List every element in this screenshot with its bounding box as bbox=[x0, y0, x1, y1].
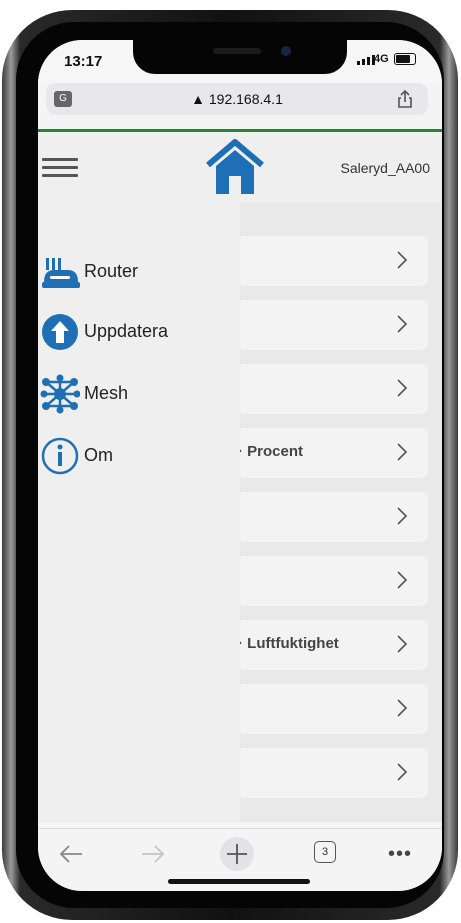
network-type: 4G bbox=[374, 53, 389, 65]
home-icon[interactable] bbox=[204, 138, 266, 196]
back-arrow-icon[interactable] bbox=[58, 841, 84, 867]
list-item[interactable] bbox=[238, 684, 428, 734]
info-icon bbox=[41, 437, 79, 475]
new-tab-icon[interactable] bbox=[218, 835, 256, 873]
notch bbox=[133, 40, 347, 74]
share-icon[interactable] bbox=[396, 89, 414, 109]
drawer-item-mesh[interactable]: Mesh bbox=[38, 372, 238, 416]
drawer-item-label: Mesh bbox=[84, 383, 129, 403]
url-text[interactable]: ▲ 192.168.4.1 bbox=[46, 91, 428, 107]
chevron-right-icon bbox=[397, 507, 408, 525]
address-bar[interactable]: G ▲ 192.168.4.1 bbox=[46, 83, 428, 115]
chevron-right-icon bbox=[397, 379, 408, 397]
list-item[interactable] bbox=[238, 556, 428, 606]
mesh-network-icon bbox=[40, 374, 80, 414]
status-time: 13:17 bbox=[64, 53, 103, 70]
router-icon bbox=[42, 258, 80, 288]
chevron-right-icon bbox=[397, 763, 408, 781]
chevron-right-icon bbox=[397, 635, 408, 653]
signal-icon bbox=[357, 55, 375, 65]
list-item[interactable] bbox=[238, 300, 428, 350]
url-value: 192.168.4.1 bbox=[208, 91, 283, 107]
list-item[interactable] bbox=[238, 236, 428, 286]
chevron-right-icon bbox=[397, 251, 408, 269]
menu-icon[interactable] bbox=[42, 158, 78, 177]
drawer-item-label: Uppdatera bbox=[84, 321, 169, 341]
list-item[interactable]: · Procent bbox=[238, 428, 428, 478]
list-item[interactable] bbox=[238, 492, 428, 542]
tab-count: 3 bbox=[321, 846, 329, 858]
app-header: Saleryd_AA00 bbox=[38, 132, 442, 202]
battery-icon bbox=[394, 53, 416, 65]
list-item[interactable]: · Luftfuktighet bbox=[238, 620, 428, 670]
drawer-item-router[interactable]: Router bbox=[38, 250, 238, 294]
forward-arrow-icon[interactable] bbox=[140, 841, 166, 867]
list-item-label: · Procent bbox=[238, 443, 304, 460]
list-item[interactable] bbox=[238, 364, 428, 414]
browser-toolbar: 3 ••• bbox=[38, 828, 442, 891]
more-options-icon[interactable]: ••• bbox=[388, 843, 412, 866]
home-indicator bbox=[168, 879, 310, 884]
drawer-item-about[interactable]: Om bbox=[38, 434, 238, 478]
list-item[interactable] bbox=[238, 748, 428, 798]
chevron-right-icon bbox=[397, 699, 408, 717]
tabs-button[interactable]: 3 bbox=[314, 841, 336, 863]
phone-screen: 13:17 4G G ▲ 192.168.4.1 Saleryd_AA00 · … bbox=[38, 40, 442, 891]
drawer-item-label: Om bbox=[84, 445, 113, 465]
drawer-item-label: Router bbox=[84, 261, 139, 281]
front-camera bbox=[281, 46, 291, 56]
chevron-right-icon bbox=[397, 315, 408, 333]
drawer-item-update[interactable]: Uppdatera bbox=[38, 310, 238, 354]
device-name: Saleryd_AA00 bbox=[340, 160, 430, 176]
update-arrow-icon bbox=[42, 314, 78, 350]
speaker bbox=[213, 48, 261, 54]
chevron-right-icon bbox=[397, 443, 408, 461]
side-drawer: Router Uppdatera Mesh Om bbox=[38, 202, 240, 822]
chevron-right-icon bbox=[397, 571, 408, 589]
list-item-label: · Luftfuktighet bbox=[238, 635, 339, 652]
